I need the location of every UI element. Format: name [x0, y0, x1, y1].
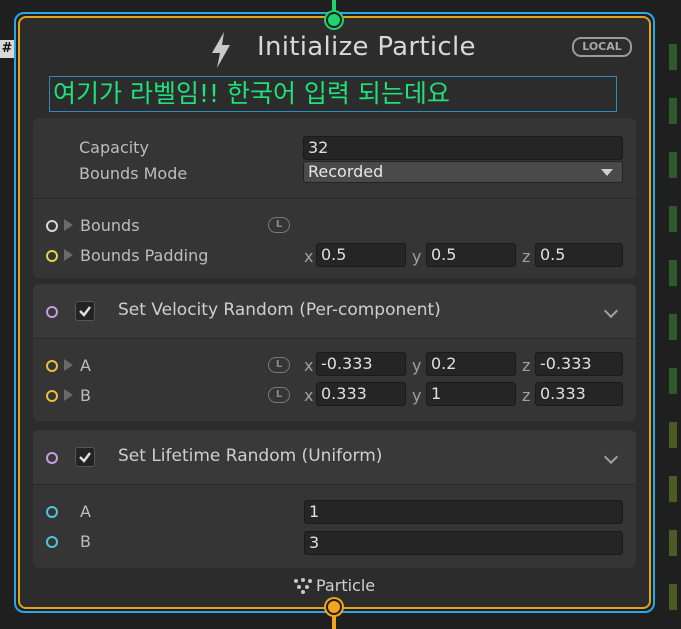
velocity-b-x-field[interactable]: 0.333 — [316, 382, 406, 406]
expand-triangle-icon[interactable] — [64, 219, 73, 231]
velocity-a-y-field[interactable]: 0.2 — [426, 352, 516, 376]
bounds-mode-value: Recorded — [308, 162, 384, 181]
axis-y-label: y — [412, 247, 422, 266]
expand-triangle-icon[interactable] — [64, 389, 73, 401]
bounds-padding-input-port[interactable] — [46, 250, 58, 262]
lifetime-a-label: A — [80, 502, 91, 521]
graph-edge-marker — [669, 98, 677, 124]
lifetime-a-input-port[interactable] — [46, 506, 58, 518]
graph-edge-marker — [669, 368, 677, 394]
velocity-a-input-port[interactable] — [46, 360, 58, 372]
lifetime-activation-port[interactable] — [46, 452, 58, 464]
lifetime-b-field[interactable]: 3 — [304, 531, 623, 555]
node-label-field[interactable]: 여기가 라벨임!! 한국어 입력 되는데요 — [49, 76, 617, 112]
local-space-toggle[interactable]: L — [268, 357, 290, 373]
checkmark-icon — [79, 452, 91, 463]
graph-edge-marker — [669, 476, 677, 502]
lifetime-block-title: Set Lifetime Random (Uniform) — [118, 446, 383, 466]
lifetime-enable-checkbox[interactable] — [75, 447, 95, 467]
footer-label: Particle — [316, 576, 376, 595]
expand-triangle-icon[interactable] — [64, 249, 73, 261]
velocity-a-z-field[interactable]: -0.333 — [535, 352, 623, 376]
lifetime-b-input-port[interactable] — [46, 536, 58, 548]
axis-y-label: y — [412, 356, 422, 375]
bounds-padding-x-field[interactable]: 0.5 — [316, 243, 406, 267]
lifetime-b-label: B — [80, 532, 91, 551]
graph-edge-marker — [669, 152, 677, 178]
bounds-mode-label: Bounds Mode — [79, 164, 188, 183]
bounds-label: Bounds — [80, 216, 140, 235]
checkmark-icon — [79, 306, 91, 317]
axis-z-label: z — [522, 356, 531, 375]
bounds-padding-y-field[interactable]: 0.5 — [426, 243, 516, 267]
expand-triangle-icon[interactable] — [64, 359, 73, 371]
node-title: Initialize Particle — [257, 32, 476, 62]
velocity-activation-port[interactable] — [46, 306, 58, 318]
divider — [33, 484, 636, 485]
bounds-padding-z-field[interactable]: 0.5 — [535, 243, 623, 267]
capacity-field[interactable]: 32 — [303, 136, 623, 160]
axis-z-label: z — [522, 247, 531, 266]
velocity-b-z-field[interactable]: 0.333 — [535, 382, 623, 406]
space-badge[interactable]: LOCAL — [572, 37, 632, 57]
flow-input-port[interactable] — [326, 12, 342, 28]
velocity-block-title: Set Velocity Random (Per-component) — [118, 300, 441, 320]
hash-marker: # — [0, 40, 14, 58]
velocity-a-x-field[interactable]: -0.333 — [316, 352, 406, 376]
bounds-padding-label: Bounds Padding — [80, 246, 209, 265]
flow-output-port[interactable] — [326, 599, 342, 615]
graph-edge-marker — [669, 260, 677, 286]
divider — [33, 338, 636, 339]
axis-x-label: x — [304, 247, 314, 266]
velocity-b-label: B — [80, 386, 91, 405]
local-space-toggle[interactable]: L — [268, 387, 290, 403]
graph-edge-marker — [669, 206, 677, 232]
capacity-label: Capacity — [79, 138, 149, 157]
graph-edge-marker — [669, 44, 677, 70]
graph-edge-marker — [669, 584, 677, 610]
graph-edge-marker — [669, 530, 677, 556]
graph-edge-marker — [669, 314, 677, 340]
bounds-mode-dropdown[interactable]: Recorded — [303, 161, 623, 183]
velocity-b-y-field[interactable]: 1 — [426, 382, 516, 406]
flow-wire-out — [332, 613, 336, 629]
graph-edge-marker — [669, 422, 677, 448]
divider — [33, 198, 636, 199]
particle-system-icon — [294, 578, 312, 594]
axis-x-label: x — [304, 386, 314, 405]
velocity-b-input-port[interactable] — [46, 390, 58, 402]
bounds-input-port[interactable] — [46, 220, 58, 232]
axis-x-label: x — [304, 356, 314, 375]
lightning-icon — [212, 32, 230, 68]
axis-y-label: y — [412, 386, 422, 405]
velocity-enable-checkbox[interactable] — [75, 301, 95, 321]
axis-z-label: z — [522, 386, 531, 405]
dropdown-arrow-icon — [601, 169, 613, 176]
velocity-a-label: A — [80, 356, 91, 375]
local-space-toggle[interactable]: L — [268, 217, 290, 233]
lifetime-a-field[interactable]: 1 — [304, 500, 623, 524]
